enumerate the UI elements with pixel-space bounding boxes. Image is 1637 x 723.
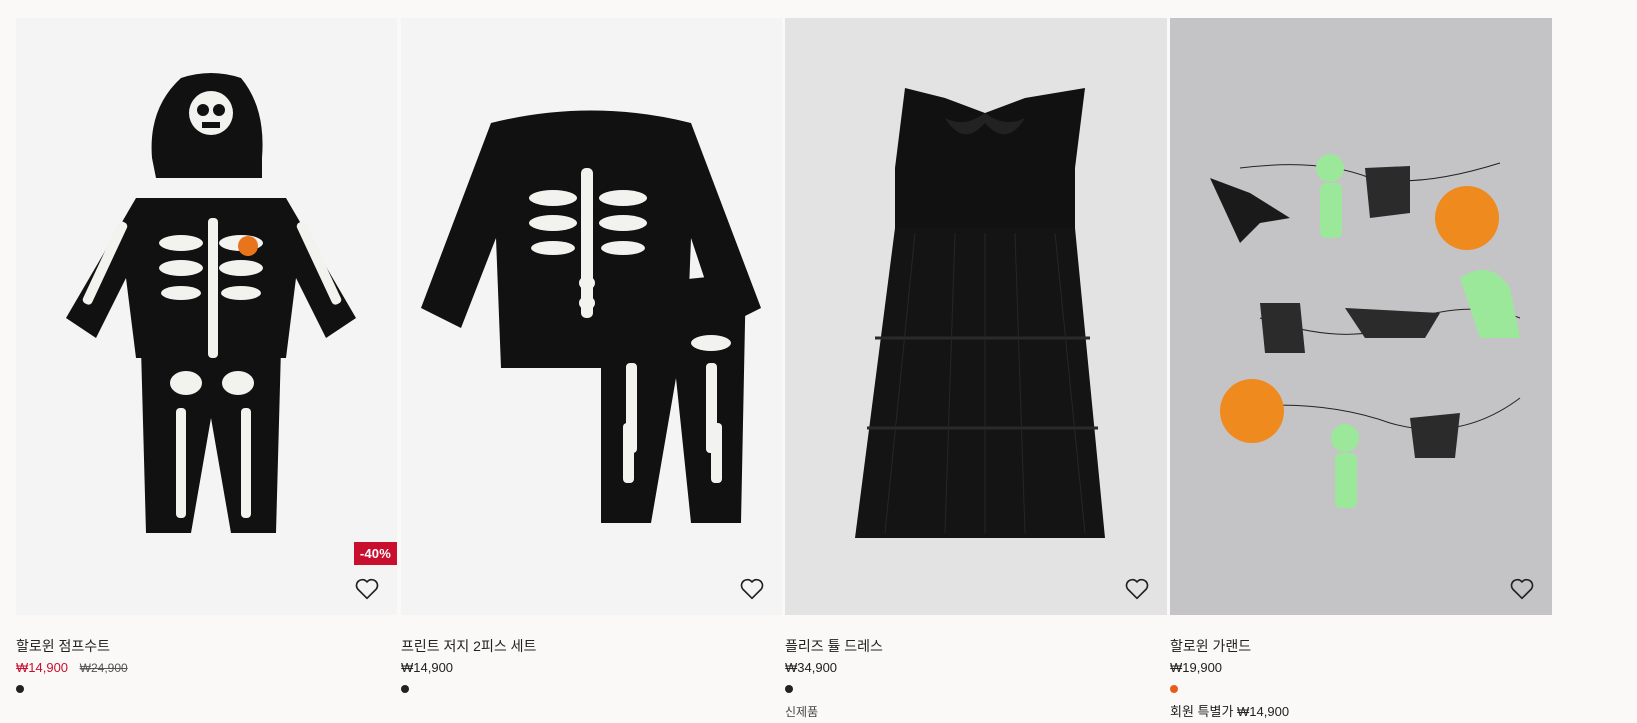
original-price: ₩24,900 [79, 661, 128, 675]
heart-outline-icon[interactable] [738, 575, 766, 603]
product-card[interactable]: -40% 할로윈 점프수트 ₩14,900 ₩24,900 [16, 18, 401, 720]
product-card[interactable]: 프린트 저지 2피스 세트 ₩14,900 [401, 18, 785, 720]
color-swatch[interactable] [785, 685, 793, 693]
heart-outline-icon[interactable] [1123, 575, 1151, 603]
halloween-garland-image [1210, 154, 1521, 508]
new-arrival-label: 신제품 [785, 705, 819, 719]
price: ₩19,900 [1170, 660, 1223, 675]
tulle-dress-image [855, 88, 1105, 538]
product-title[interactable]: 프린트 저지 2피스 세트 [401, 637, 785, 655]
color-swatch[interactable] [1170, 685, 1178, 693]
heart-outline-icon[interactable] [353, 575, 381, 603]
heart-outline-icon[interactable] [1508, 575, 1536, 603]
color-swatch[interactable] [16, 685, 24, 693]
product-image[interactable]: -40% [16, 18, 397, 615]
price: ₩34,900 [785, 660, 838, 675]
product-title[interactable]: 할로윈 가랜드 [1170, 637, 1552, 655]
discount-badge: -40% [353, 542, 397, 565]
product-card[interactable]: 플리즈 튤 드레스 ₩34,900 신제품 [785, 18, 1170, 720]
price: ₩14,900 [401, 660, 454, 675]
product-card[interactable]: 할로윈 가랜드 ₩19,900 회원 특별가 ₩14,900 [1170, 18, 1552, 720]
member-price: 회원 특별가 ₩14,900 [1170, 704, 1290, 719]
product-image[interactable] [401, 18, 782, 615]
color-swatch[interactable] [401, 685, 409, 693]
product-title[interactable]: 할로윈 점프수트 [16, 637, 401, 655]
skeleton-set-image [421, 110, 761, 523]
product-grid: -40% 할로윈 점프수트 ₩14,900 ₩24,900 프린트 저지 2피스… [16, 18, 1552, 720]
product-image[interactable] [785, 18, 1167, 615]
product-image[interactable] [1170, 18, 1552, 615]
sale-price: ₩14,900 [16, 660, 69, 675]
skeleton-jumpsuit-image [66, 73, 356, 533]
product-title[interactable]: 플리즈 튤 드레스 [785, 637, 1170, 655]
